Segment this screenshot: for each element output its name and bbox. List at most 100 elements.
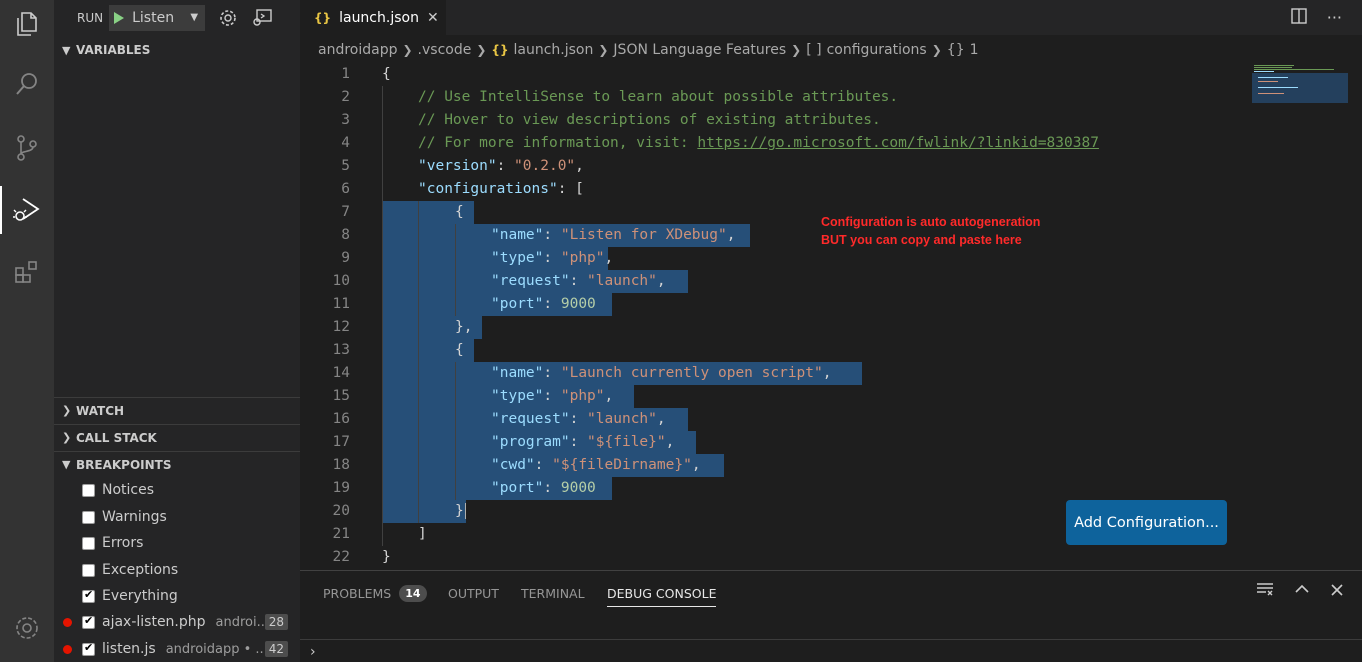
split-editor-icon[interactable] bbox=[1291, 7, 1307, 28]
breakpoints-section-header[interactable]: ▼ BREAKPOINTS bbox=[54, 451, 300, 477]
code-line: "configurations": [ bbox=[418, 181, 584, 197]
breakpoint-file-listen-js[interactable]: listen.js androidapp • ... 42 bbox=[54, 636, 300, 662]
everything-checkbox[interactable] bbox=[82, 588, 95, 603]
minimap[interactable] bbox=[1250, 63, 1350, 108]
breakpoint-everything[interactable]: Everything bbox=[54, 583, 300, 609]
indent-guide bbox=[382, 86, 383, 546]
tab-launch-json[interactable]: {} launch.json ✕ bbox=[300, 0, 446, 35]
indent-guide bbox=[455, 224, 456, 316]
breakpoint-errors[interactable]: Errors bbox=[54, 530, 300, 556]
code-line: } bbox=[455, 503, 466, 519]
code-line: "program": "${file}", bbox=[491, 434, 675, 450]
source-control-icon[interactable] bbox=[0, 124, 54, 172]
debug-console-icon[interactable] bbox=[251, 8, 273, 28]
line-number: 1 bbox=[341, 66, 350, 82]
breadcrumb-item[interactable]: 1 bbox=[970, 42, 979, 58]
search-icon[interactable] bbox=[0, 60, 54, 108]
breakpoints-section-title: BREAKPOINTS bbox=[76, 457, 172, 472]
breakpoint-label: Notices bbox=[102, 482, 155, 498]
launch-config-select[interactable]: Listen ▼ bbox=[109, 4, 206, 31]
chevron-down-icon: ▼ bbox=[62, 458, 71, 471]
close-icon[interactable]: ✕ bbox=[427, 10, 439, 26]
annotation-note: Configuration is auto autogeneration BUT… bbox=[821, 215, 1041, 247]
code-line: "port": 9000 bbox=[491, 480, 596, 496]
explorer-icon[interactable] bbox=[0, 0, 54, 48]
code-line: ] bbox=[418, 526, 427, 542]
debug-sidebar: RUN Listen ▼ ▼ VARIABLES ❯ WATCH ❯ CALL … bbox=[54, 0, 300, 662]
line-number: 9 bbox=[341, 250, 350, 266]
run-debug-icon[interactable] bbox=[0, 186, 54, 234]
tab-debug-console[interactable]: DEBUG CONSOLE bbox=[607, 571, 717, 615]
line-number: 3 bbox=[341, 112, 350, 128]
breadcrumb-item[interactable]: androidapp bbox=[318, 42, 397, 58]
tab-terminal[interactable]: TERMINAL bbox=[521, 571, 585, 615]
clear-console-icon[interactable] bbox=[1256, 581, 1274, 601]
line-number: 12 bbox=[332, 319, 350, 335]
breadcrumb-item[interactable]: JSON Language Features bbox=[613, 42, 786, 58]
breakpoint-label: Warnings bbox=[102, 509, 167, 525]
debug-console-input[interactable]: › bbox=[300, 639, 1362, 662]
breadcrumb-item[interactable]: .vscode bbox=[418, 42, 472, 58]
line-number: 10 bbox=[332, 273, 350, 289]
docs-link[interactable]: https://go.microsoft.com/fwlink/?linkid=… bbox=[697, 135, 1099, 151]
breakpoint-warnings[interactable]: Warnings bbox=[54, 504, 300, 530]
selection-highlight bbox=[382, 500, 466, 523]
ajax-listen-checkbox[interactable] bbox=[82, 614, 95, 629]
notices-checkbox[interactable] bbox=[82, 483, 95, 497]
line-number: 4 bbox=[341, 135, 350, 151]
line-number: 8 bbox=[341, 227, 350, 243]
tab-label: PROBLEMS bbox=[323, 585, 392, 601]
json-file-icon: {} bbox=[491, 43, 509, 57]
code-editor[interactable]: 1 2 3 4 5 6 7 8 9 10 11 12 13 14 15 16 1… bbox=[300, 63, 1362, 569]
line-number: 11 bbox=[332, 296, 350, 312]
exceptions-checkbox[interactable] bbox=[82, 563, 95, 577]
code-line: { bbox=[382, 66, 391, 82]
tab-title: launch.json bbox=[339, 9, 419, 26]
watch-section-title: WATCH bbox=[76, 403, 125, 418]
breakpoint-label: Errors bbox=[102, 535, 144, 551]
start-debug-icon[interactable] bbox=[114, 11, 125, 24]
code-line: }, bbox=[455, 319, 473, 335]
maximize-panel-icon[interactable] bbox=[1294, 581, 1310, 601]
settings-gear-icon[interactable] bbox=[0, 604, 54, 652]
breakpoint-file-ajax-listen[interactable]: ajax-listen.php androi... 28 bbox=[54, 609, 300, 635]
line-number: 6 bbox=[341, 181, 350, 197]
chevron-down-icon: ▼ bbox=[62, 43, 71, 57]
more-actions-icon[interactable]: ··· bbox=[1327, 8, 1342, 27]
watch-section-header[interactable]: ❯ WATCH bbox=[54, 397, 300, 423]
run-toolbar: RUN Listen ▼ bbox=[54, 0, 300, 35]
listen-js-checkbox[interactable] bbox=[82, 641, 95, 656]
extensions-icon[interactable] bbox=[0, 248, 54, 296]
problems-count-badge: 14 bbox=[399, 584, 427, 602]
chevron-right-icon: ❯ bbox=[791, 43, 802, 57]
tab-problems[interactable]: PROBLEMS 14 bbox=[323, 571, 427, 615]
code-line: "port": 9000 bbox=[491, 296, 596, 312]
line-number: 7 bbox=[341, 204, 350, 220]
breakpoint-exceptions[interactable]: Exceptions bbox=[54, 557, 300, 583]
breakpoint-notices[interactable]: Notices bbox=[54, 477, 300, 503]
errors-checkbox[interactable] bbox=[82, 536, 95, 550]
line-number: 5 bbox=[341, 158, 350, 174]
run-label: RUN bbox=[77, 10, 104, 25]
close-panel-icon[interactable] bbox=[1330, 582, 1344, 601]
indent-guide bbox=[418, 201, 419, 523]
breadcrumb-item[interactable]: launch.json bbox=[514, 42, 594, 58]
line-number: 13 bbox=[332, 342, 350, 358]
code-line: "request": "launch", bbox=[491, 411, 666, 427]
tab-label: TERMINAL bbox=[521, 585, 585, 601]
tab-output[interactable]: OUTPUT bbox=[448, 571, 499, 615]
breadcrumb: androidapp ❯ .vscode ❯ {} launch.json ❯ … bbox=[318, 38, 979, 62]
breadcrumb-item[interactable]: configurations bbox=[827, 42, 927, 58]
warnings-checkbox[interactable] bbox=[82, 510, 95, 524]
line-number: 17 bbox=[332, 434, 350, 450]
call-stack-section-title: CALL STACK bbox=[76, 430, 157, 445]
call-stack-section-header[interactable]: ❯ CALL STACK bbox=[54, 424, 300, 450]
add-configuration-button[interactable]: Add Configuration... bbox=[1066, 500, 1227, 545]
code-line: // For more information, visit: https://… bbox=[418, 135, 1099, 151]
breakpoint-file-path: androi... bbox=[215, 614, 265, 630]
variables-section-header[interactable]: ▼ VARIABLES bbox=[54, 37, 300, 63]
open-launch-json-gear-icon[interactable] bbox=[219, 9, 237, 27]
line-number: 14 bbox=[332, 365, 350, 381]
bottom-panel: PROBLEMS 14 OUTPUT TERMINAL DEBUG CONSOL… bbox=[300, 570, 1362, 662]
code-line: } bbox=[382, 549, 391, 565]
